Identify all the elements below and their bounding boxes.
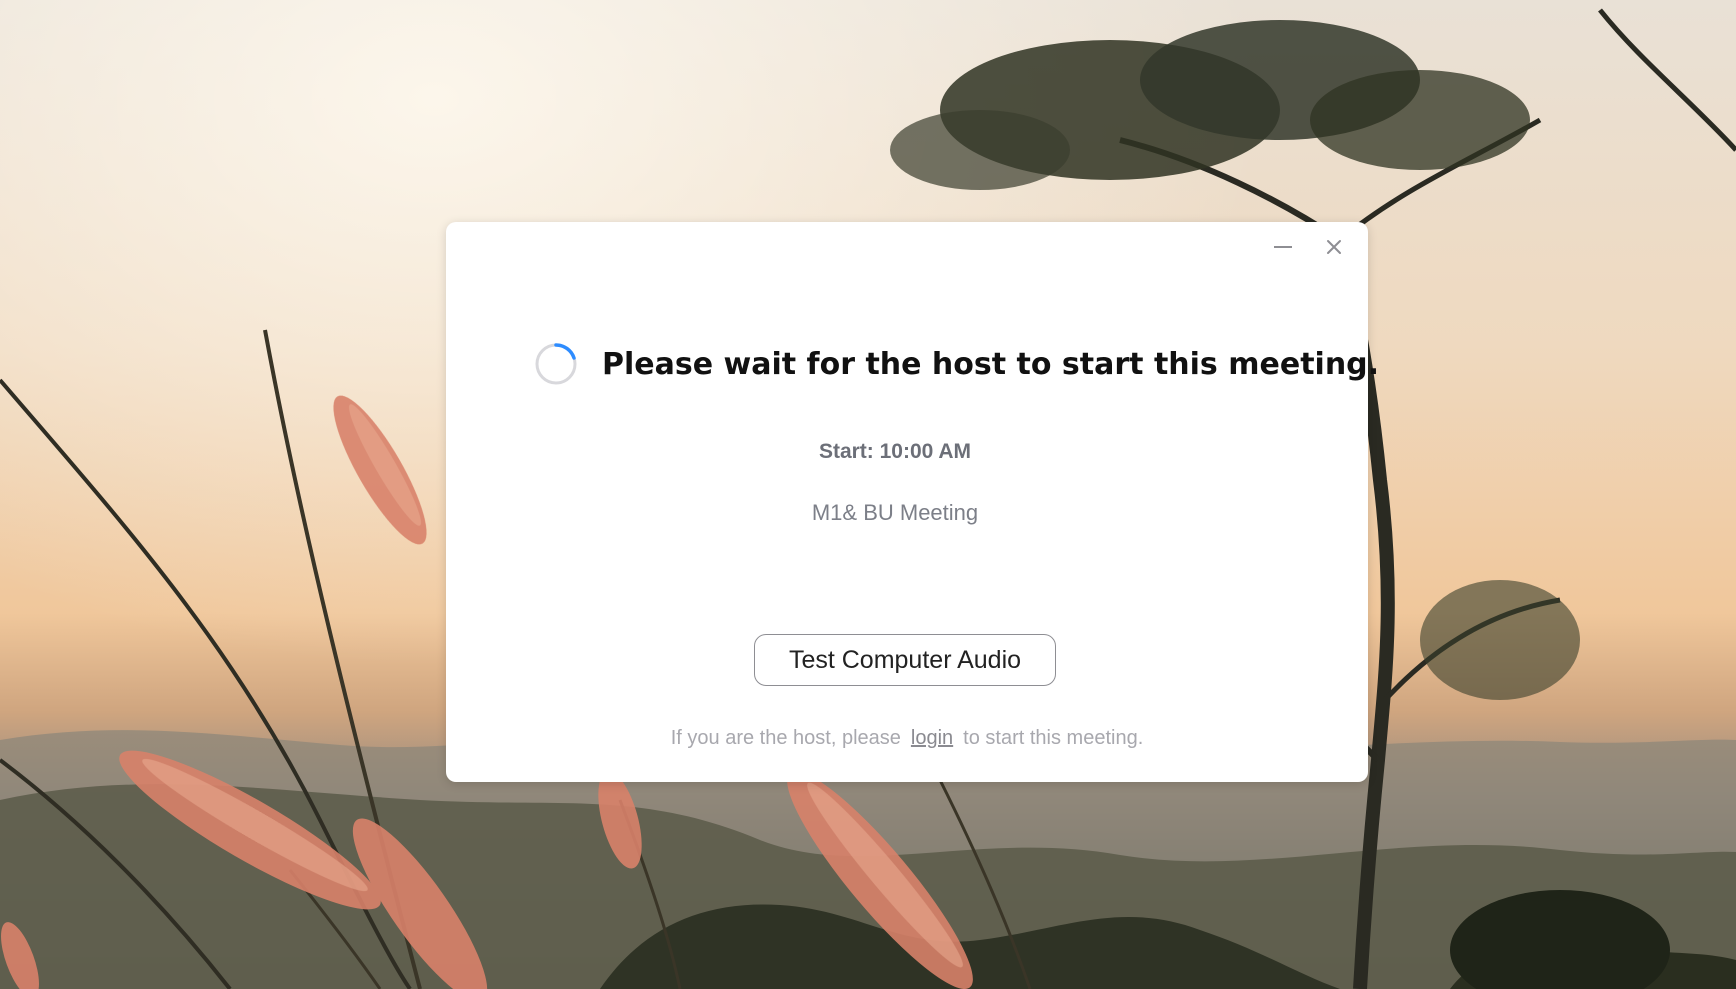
login-link[interactable]: login: [911, 727, 953, 749]
waiting-heading: Please wait for the host to start this m…: [602, 346, 1380, 382]
meeting-name: M1& BU Meeting: [811, 500, 979, 525]
close-button[interactable]: [1319, 232, 1349, 262]
waiting-room-dialog: Please wait for the host to start this m…: [446, 222, 1379, 782]
test-computer-audio-button[interactable]: Test Computer Audio: [754, 634, 1056, 686]
minimize-icon: [1274, 246, 1292, 248]
host-note-text-after: to start this meeting.: [963, 727, 1144, 749]
meeting-start-time: Start: 10:00 AM: [818, 440, 972, 463]
minimize-button[interactable]: [1268, 232, 1298, 262]
host-note-text-before: If you are the host, please: [670, 727, 901, 749]
waiting-heading-row: Please wait for the host to start this m…: [534, 340, 1379, 388]
loading-spinner-icon: [535, 343, 577, 385]
close-icon: [1327, 240, 1341, 254]
host-login-note: If you are the host, please login to start…: [446, 727, 1368, 750]
